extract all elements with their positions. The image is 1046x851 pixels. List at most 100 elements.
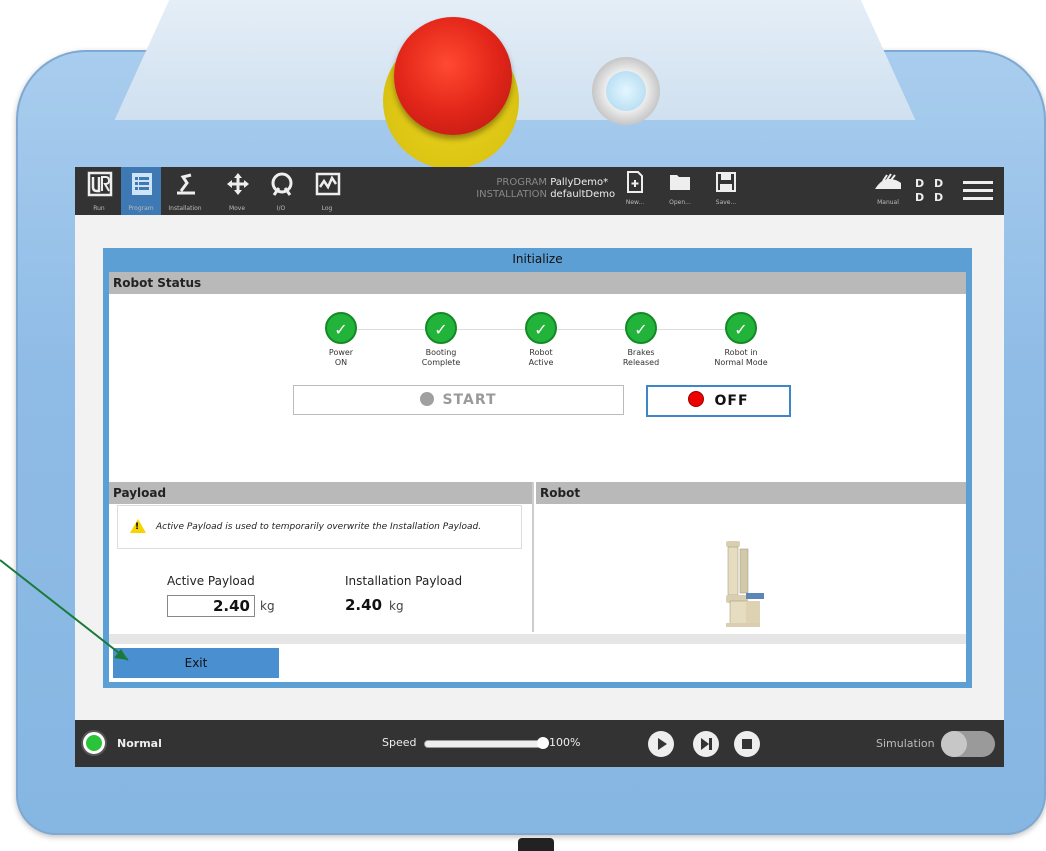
off-label: OFF xyxy=(714,393,749,409)
active-tcp-indicator[interactable]: D D D D xyxy=(915,177,946,205)
play-icon xyxy=(658,738,667,750)
step-label: Booting Complete xyxy=(421,348,461,367)
new-file-icon xyxy=(620,171,650,199)
screen: Run Program Installation Move I/O Log PR… xyxy=(75,167,1004,767)
installation-payload-unit: kg xyxy=(389,599,404,613)
exit-button[interactable]: Exit xyxy=(113,648,279,678)
check-icon: ✓ xyxy=(525,312,557,344)
step-label: Power ON xyxy=(328,348,354,367)
tab-log[interactable]: Log xyxy=(307,167,347,215)
save-icon xyxy=(711,171,741,199)
dd-top: D D xyxy=(915,177,947,190)
robot-header: Robot xyxy=(536,482,966,504)
speed-value: 100% xyxy=(549,736,581,749)
step-label: Robot in Normal Mode xyxy=(714,348,768,367)
warning-text: Active Payload is used to temporarily ov… xyxy=(156,522,482,532)
payload-header: Payload xyxy=(109,482,533,504)
dialog-title: Initialize xyxy=(512,252,563,266)
emergency-stop-button[interactable] xyxy=(394,17,512,135)
bottom-bar: Normal Speed 100% Simulation xyxy=(75,720,1004,767)
speed-label: Speed xyxy=(382,736,417,749)
folder-icon xyxy=(665,171,695,199)
step-robot-active: ✓ Robot Active xyxy=(506,312,576,368)
installation-key: INSTALLATION xyxy=(476,189,547,200)
robot-status-header: Robot Status xyxy=(109,272,966,294)
active-payload-input[interactable]: 2.40 xyxy=(167,595,255,617)
log-icon xyxy=(315,171,341,197)
start-button[interactable]: START xyxy=(293,385,624,415)
save-label: Save... xyxy=(715,199,737,206)
off-button[interactable]: OFF xyxy=(646,385,791,417)
tab-run[interactable]: Run xyxy=(79,167,119,215)
move-icon xyxy=(225,171,251,197)
tab-io[interactable]: I/O xyxy=(261,167,301,215)
program-name: PallyDemo* xyxy=(550,177,609,188)
stop-button[interactable] xyxy=(734,731,760,757)
speed-slider-knob[interactable] xyxy=(537,737,549,749)
pendant-cable xyxy=(518,838,554,851)
play-button[interactable] xyxy=(648,731,674,757)
active-payload-label: Active Payload xyxy=(167,574,255,588)
tab-installation[interactable]: Installation xyxy=(165,167,205,215)
hand-icon xyxy=(870,171,906,199)
step-label: Robot Active xyxy=(528,348,554,367)
power-button[interactable] xyxy=(592,57,660,125)
program-key: PROGRAM xyxy=(496,177,547,188)
step-icon xyxy=(701,738,712,750)
program-icon xyxy=(129,171,155,197)
new-label: New... xyxy=(625,199,645,206)
io-icon xyxy=(269,171,295,197)
installation-payload-label: Installation Payload xyxy=(345,574,463,588)
new-button[interactable]: New... xyxy=(620,171,650,211)
dd-bottom: D D xyxy=(915,191,947,204)
speed-slider-fill xyxy=(425,737,549,749)
installation-name: defaultDemo xyxy=(550,189,616,200)
open-button[interactable]: Open... xyxy=(665,171,695,211)
tab-program-label: Program xyxy=(128,205,154,212)
step-label: Brakes Released xyxy=(622,348,660,367)
active-payload-unit: kg xyxy=(260,599,275,613)
tab-run-label: Run xyxy=(93,205,105,212)
check-icon: ✓ xyxy=(625,312,657,344)
check-icon: ✓ xyxy=(325,312,357,344)
speed-slider[interactable] xyxy=(424,737,549,749)
tab-move[interactable]: Move xyxy=(217,167,257,215)
tab-installation-label: Installation xyxy=(168,205,202,212)
step-brakes-released: ✓ Brakes Released xyxy=(606,312,676,368)
installation-icon xyxy=(173,171,199,197)
warning-mark: ! xyxy=(135,522,140,532)
content-area: Initialize Robot Status ✓ Power ON ✓ Boot… xyxy=(75,215,1004,720)
simulation-toggle-knob xyxy=(941,731,967,757)
robot-status-lamp-icon[interactable] xyxy=(83,732,105,754)
ur-logo-icon xyxy=(87,171,113,197)
step-button[interactable] xyxy=(693,731,719,757)
open-label: Open... xyxy=(669,199,691,206)
dialog-footer-strip xyxy=(109,634,966,644)
check-icon: ✓ xyxy=(725,312,757,344)
tab-log-label: Log xyxy=(321,205,333,212)
step-power-on: ✓ Power ON xyxy=(306,312,376,368)
tab-program[interactable]: Program xyxy=(121,167,161,215)
check-icon: ✓ xyxy=(425,312,457,344)
robot-3d-view[interactable] xyxy=(718,539,768,629)
payload-warning: ! Active Payload is used to temporarily … xyxy=(117,505,522,549)
manual-label: Manual xyxy=(877,199,899,206)
stop-icon xyxy=(742,739,752,749)
simulation-toggle[interactable] xyxy=(941,731,995,757)
tab-io-label: I/O xyxy=(276,205,286,212)
installation-payload-value: 2.40 xyxy=(345,596,383,614)
manual-mode-button[interactable]: Manual xyxy=(870,171,906,211)
step-booting-complete: ✓ Booting Complete xyxy=(406,312,476,368)
initialize-dialog: Initialize Robot Status ✓ Power ON ✓ Boot… xyxy=(103,248,972,688)
section-divider xyxy=(532,482,534,632)
off-indicator-icon xyxy=(688,391,705,407)
hamburger-menu-icon[interactable] xyxy=(963,181,993,201)
dialog-body: Robot Status ✓ Power ON ✓ Booting Complete… xyxy=(109,272,966,682)
simulation-label: Simulation xyxy=(876,737,935,750)
start-label: START xyxy=(442,392,497,408)
save-button[interactable]: Save... xyxy=(711,171,741,211)
top-toolbar: Run Program Installation Move I/O Log PR… xyxy=(75,167,1004,215)
start-indicator-icon xyxy=(420,392,435,406)
power-icon xyxy=(606,71,646,111)
step-normal-mode: ✓ Robot in Normal Mode xyxy=(706,312,776,368)
